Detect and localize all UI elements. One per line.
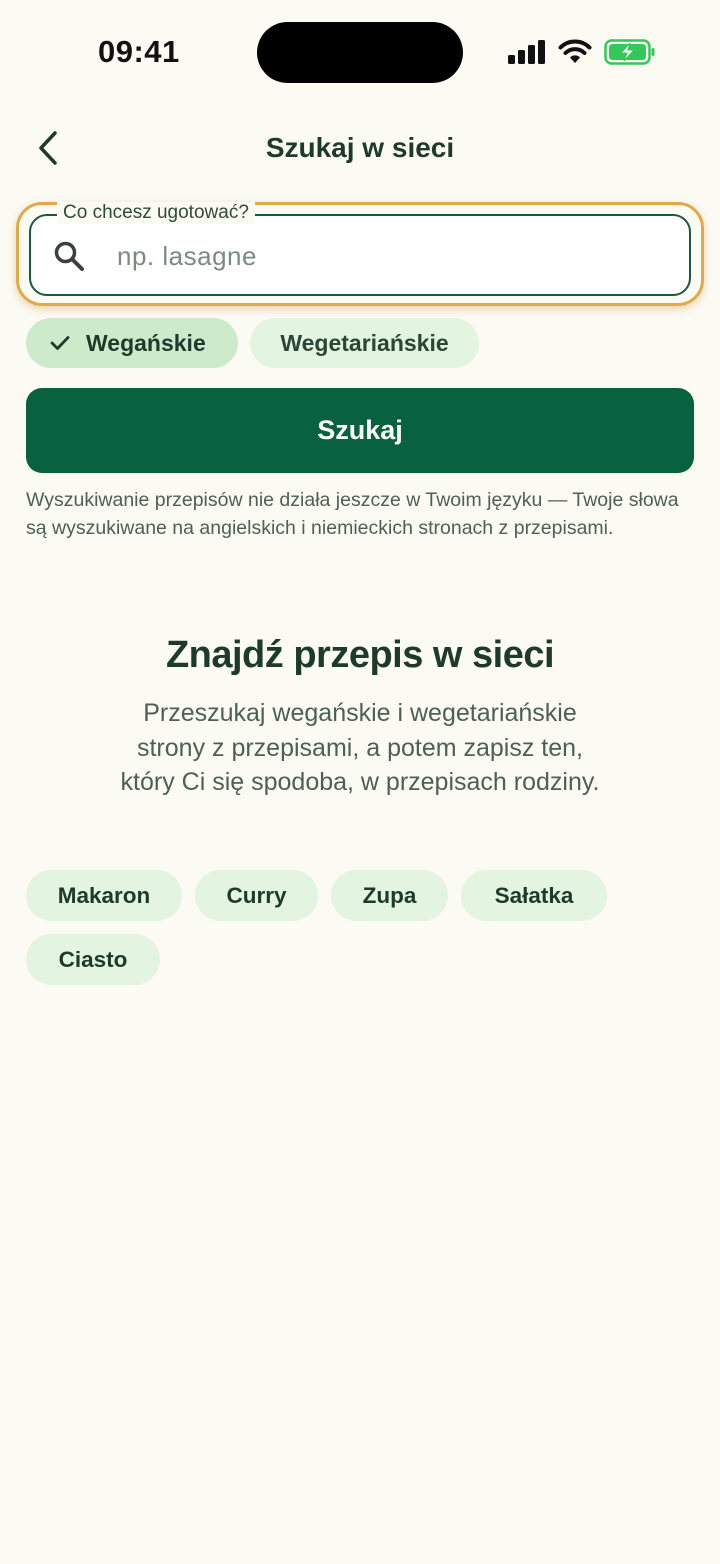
- status-bar: 09:41: [0, 0, 720, 100]
- filter-chip-vegetarian[interactable]: Wegetariańskie: [250, 318, 479, 368]
- suggestion-chip-zupa[interactable]: Zupa: [331, 870, 448, 921]
- filter-chip-label: Wegetariańskie: [280, 329, 449, 356]
- empty-state-title: Znajdź przepis w sieci: [165, 634, 555, 676]
- search-focus-ring: Co chcesz ugotować?: [16, 202, 704, 306]
- search-input[interactable]: [115, 232, 659, 280]
- suggestion-chip-makaron[interactable]: Makaron: [26, 870, 182, 921]
- dynamic-island: [257, 22, 463, 83]
- suggestion-chip-ciasto[interactable]: Ciasto: [26, 934, 160, 985]
- filter-chip-label: Wegańskie: [86, 329, 206, 356]
- wifi-icon: [558, 39, 592, 63]
- search-button[interactable]: Szukaj: [26, 388, 694, 473]
- empty-state-description: Przeszukaj wegańskie i wegetariańskie st…: [120, 699, 600, 796]
- filter-chip-vegan[interactable]: Wegańskie: [26, 318, 238, 368]
- navigation-header: Szukaj w sieci: [0, 118, 720, 182]
- status-time: 09:41: [98, 34, 180, 69]
- suggestion-chip-salatka[interactable]: Sałatka: [461, 870, 607, 921]
- search-icon: [54, 241, 84, 271]
- suggestion-chip-curry[interactable]: Curry: [195, 870, 318, 921]
- search-field-label: Co chcesz ugotować?: [57, 202, 255, 224]
- language-notice: Wyszukiwanie przepisów nie działa jeszcz…: [26, 489, 679, 539]
- page-title: Szukaj w sieci: [265, 132, 455, 163]
- status-icons: [508, 38, 656, 66]
- signal-icon: [508, 40, 545, 64]
- search-field[interactable]: Co chcesz ugotować?: [29, 202, 691, 296]
- check-icon: [50, 336, 70, 350]
- battery-charging-icon: [604, 39, 655, 65]
